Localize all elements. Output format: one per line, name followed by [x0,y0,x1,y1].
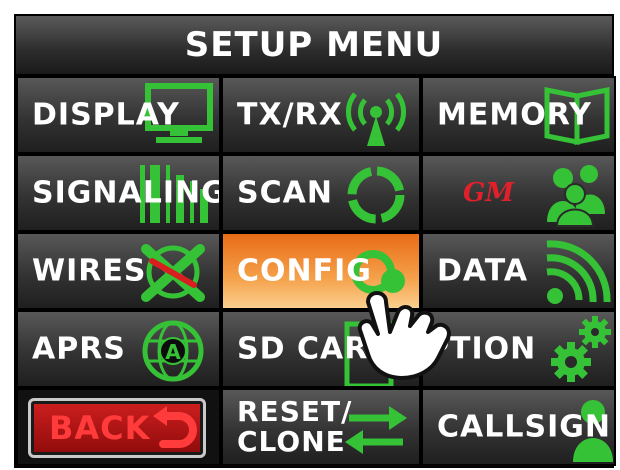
scan-circle-icon [347,166,405,224]
pointing-hand-icon [357,291,451,380]
gm-icon: GM [463,178,514,208]
menu-aprs[interactable]: A APRS [16,310,221,388]
setup-screen: SETUP MENU DISPLAY TX/RX MEMORY SIGNALIN… [14,14,616,470]
reset-line: RESET/ [237,395,353,428]
back-button[interactable]: BACK [28,398,206,458]
menu-memory[interactable]: MEMORY [421,76,616,154]
menu-callsign[interactable]: CALLSIGN [421,388,616,466]
menu-signaling[interactable]: SIGNALING [16,154,221,232]
menu-callsign-label: CALLSIGN [437,409,611,445]
page-title: SETUP MENU [16,16,612,76]
menu-back-cell: BACK [16,388,221,466]
menu-reset-clone[interactable]: RESET/ CLONE [221,388,421,466]
globe-a-icon: A [142,320,204,382]
menu-wires[interactable]: WIRES [16,232,221,310]
menu-grid: DISPLAY TX/RX MEMORY SIGNALING SCAN GM W… [16,76,616,470]
menu-scan-label: SCAN [237,175,333,211]
group-icon [547,165,605,227]
menu-wires-label: WIRES [32,253,147,289]
menu-scan[interactable]: SCAN [221,154,421,232]
clone-line: CLONE [237,425,346,458]
menu-display[interactable]: DISPLAY [16,76,221,154]
menu-gm[interactable]: GM [421,154,616,232]
menu-display-label: DISPLAY [32,97,180,133]
menu-signaling-label: SIGNALING [32,175,221,211]
back-button-label: BACK [49,409,151,447]
menu-reset-clone-label: RESET/ CLONE [237,397,352,457]
antenna-icon [346,92,406,146]
menu-txrx[interactable]: TX/RX [221,76,421,154]
gears-icon [551,316,611,382]
svg-text:A: A [165,340,181,364]
wifi-icon [546,240,611,304]
menu-aprs-label: APRS [32,331,126,367]
wires-icon [141,244,205,302]
menu-txrx-label: TX/RX [237,97,343,133]
menu-memory-label: MEMORY [437,97,592,133]
return-arrow-icon [153,406,197,448]
